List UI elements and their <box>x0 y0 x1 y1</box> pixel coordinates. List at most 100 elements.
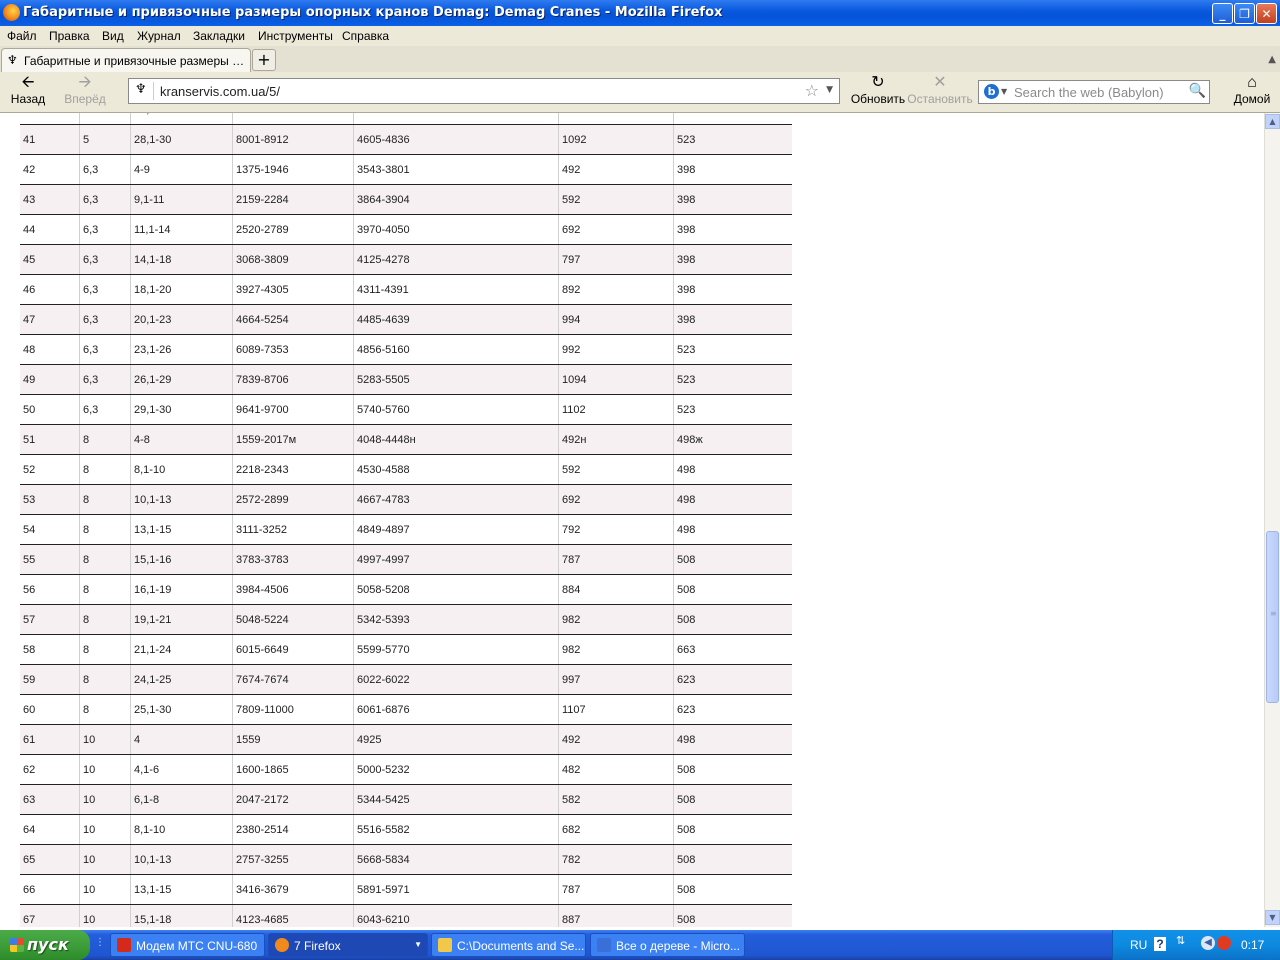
close-button[interactable]: ✕ <box>1256 3 1277 24</box>
menu-history[interactable]: Журнал <box>137 29 181 43</box>
minimize-button[interactable]: _ <box>1212 3 1233 24</box>
table-cell: 398 <box>673 304 792 335</box>
engine-dropdown-icon[interactable]: ▼ <box>1001 87 1007 96</box>
restore-button[interactable]: ❐ <box>1234 3 1255 24</box>
table-cell: 982 <box>558 604 674 635</box>
search-box[interactable]: b ▼ Search the web (Babylon) 🔍 <box>978 80 1210 104</box>
reload-icon: ↻ <box>871 74 885 91</box>
table-cell: 5 <box>79 113 131 125</box>
table-cell: 2380-2514 <box>232 814 354 845</box>
stop-button[interactable]: ✕ Остановить <box>907 74 973 106</box>
menu-help[interactable]: Справка <box>342 29 389 43</box>
vertical-scrollbar[interactable]: ▲ ≡ ▼ <box>1264 113 1280 927</box>
address-bar[interactable]: ♆ kranservis.com.ua/5/ ☆ ▼ <box>128 78 840 104</box>
reload-button[interactable]: ↻ Обновить <box>850 74 906 106</box>
firefox-logo-icon <box>3 4 20 21</box>
back-tray-icon[interactable]: ◀ <box>1201 936 1215 950</box>
table-cell: 6089-7353 <box>232 334 354 365</box>
table-cell: 45 <box>20 244 80 275</box>
table-cell: 797 <box>558 244 674 275</box>
history-dropdown-icon[interactable]: ▼ <box>826 85 833 95</box>
task-explorer[interactable]: C:\Documents and Se... <box>431 933 586 957</box>
tab-active[interactable]: ♆ Габаритные и привязочные размеры опор.… <box>1 48 251 72</box>
scroll-up-button[interactable]: ▲ <box>1265 114 1280 129</box>
table-cell: 1107 <box>558 694 674 725</box>
start-button[interactable]: пуск <box>0 930 90 960</box>
address-url[interactable]: kranservis.com.ua/5/ <box>160 84 280 99</box>
table-row: 47 6,3 20,1-23 4664-5254 4485-4639 994 398 <box>20 304 792 335</box>
home-label: Домой <box>1233 92 1271 106</box>
babylon-engine-icon[interactable]: b <box>984 84 999 99</box>
table-cell: 7024-7739 <box>232 113 354 125</box>
windows-flag-icon <box>10 938 24 952</box>
table-cell: 692 <box>558 484 674 515</box>
table-row: 64 10 8,1-10 2380-2514 5516-5582 682 508 <box>20 814 792 845</box>
new-tab-button[interactable]: + <box>252 49 276 71</box>
menu-tools[interactable]: Инструменты <box>258 29 333 43</box>
table-cell: 6,3 <box>79 214 131 245</box>
table-cell: 20,1-23 <box>130 304 233 335</box>
table-cell: 4,1-6 <box>130 754 233 785</box>
tab-strip: ♆ Габаритные и привязочные размеры опор.… <box>0 46 1280 73</box>
table-cell: 4664-5254 <box>232 304 354 335</box>
system-tray: RU ? ⇅ ◀ 0:17 <box>1112 930 1280 960</box>
menu-file[interactable]: Файл <box>7 29 37 43</box>
forward-button[interactable]: 🡪 Вперёд <box>60 74 110 106</box>
help-icon[interactable]: ? <box>1154 937 1166 951</box>
table-cell: 7839-8706 <box>232 364 354 395</box>
network-icon[interactable]: ⇅ <box>1176 934 1185 947</box>
table-cell: 18,1-20 <box>130 274 233 305</box>
task-word[interactable]: Все о дереве - Micro... <box>590 933 745 957</box>
bookmark-star-icon[interactable]: ☆ <box>805 81 819 100</box>
table-cell: 43 <box>20 184 80 215</box>
table-cell: 992 <box>558 334 674 365</box>
firefox-app-icon <box>275 938 289 952</box>
table-cell: 26,1-29 <box>130 364 233 395</box>
home-button[interactable]: ⌂ Домой <box>1230 74 1274 106</box>
table-cell: 24,1-25 <box>130 664 233 695</box>
table-cell: 492 <box>558 724 674 755</box>
table-cell: 23,1-26 <box>130 334 233 365</box>
tab-list-arrow-icon[interactable]: ▲ <box>1268 54 1276 65</box>
forward-label: Вперёд <box>64 92 106 106</box>
table-row: 62 10 4,1-6 1600-1865 5000-5232 482 508 <box>20 754 792 785</box>
language-indicator[interactable]: RU <box>1130 938 1147 952</box>
tab-label: Габаритные и привязочные размеры опор... <box>24 54 248 68</box>
table-cell: 57 <box>20 604 80 635</box>
table-cell: 8 <box>79 664 131 695</box>
table-cell: 398 <box>673 154 792 185</box>
quicklaunch-grip: ⋮ <box>95 937 105 948</box>
table-cell: 66 <box>20 874 80 905</box>
table-cell: 9641-9700 <box>232 394 354 425</box>
table-cell: 46 <box>20 274 80 305</box>
back-button[interactable]: 🡨 Назад <box>8 74 48 106</box>
scroll-down-button[interactable]: ▼ <box>1265 910 1280 925</box>
menu-bookmarks[interactable]: Закладки <box>193 29 245 43</box>
search-placeholder[interactable]: Search the web (Babylon) <box>1014 85 1164 100</box>
menu-view[interactable]: Вид <box>102 29 124 43</box>
table-cell: 2218-2343 <box>232 454 354 485</box>
table-cell: 53 <box>20 484 80 515</box>
opera-tray-icon[interactable] <box>1217 936 1231 950</box>
task-modem[interactable]: Модем МТС CNU-680 <box>110 933 265 957</box>
table-row: 45 6,3 14,1-18 3068-3809 4125-4278 797 398 <box>20 244 792 275</box>
table-cell: 1559-2017м <box>232 424 354 455</box>
search-magnifier-icon[interactable]: 🔍 <box>1189 83 1206 99</box>
table-cell: 21,1-24 <box>130 634 233 665</box>
table-cell: 16,1-19 <box>130 574 233 605</box>
table-cell: 6,3 <box>79 304 131 335</box>
navigation-toolbar: 🡨 Назад 🡪 Вперёд ♆ kranservis.com.ua/5/ … <box>0 72 1280 113</box>
scroll-thumb[interactable]: ≡ <box>1266 531 1279 703</box>
task-firefox[interactable]: 7 Firefox ▼ <box>268 933 428 957</box>
table-cell: 5048-5224 <box>232 604 354 635</box>
site-identity-icon[interactable]: ♆ <box>135 82 147 97</box>
table-cell: 4311-4391 <box>353 274 559 305</box>
table-row: 41 5 28,1-30 8001-8912 4605-4836 1092 523 <box>20 124 792 155</box>
table-cell: 398 <box>673 184 792 215</box>
table-cell: 994 <box>558 304 674 335</box>
table-cell: 523 <box>673 124 792 155</box>
table-cell: 3416-3679 <box>232 874 354 905</box>
table-cell: 623 <box>673 664 792 695</box>
table-cell: 692 <box>558 214 674 245</box>
menu-edit[interactable]: Правка <box>49 29 90 43</box>
